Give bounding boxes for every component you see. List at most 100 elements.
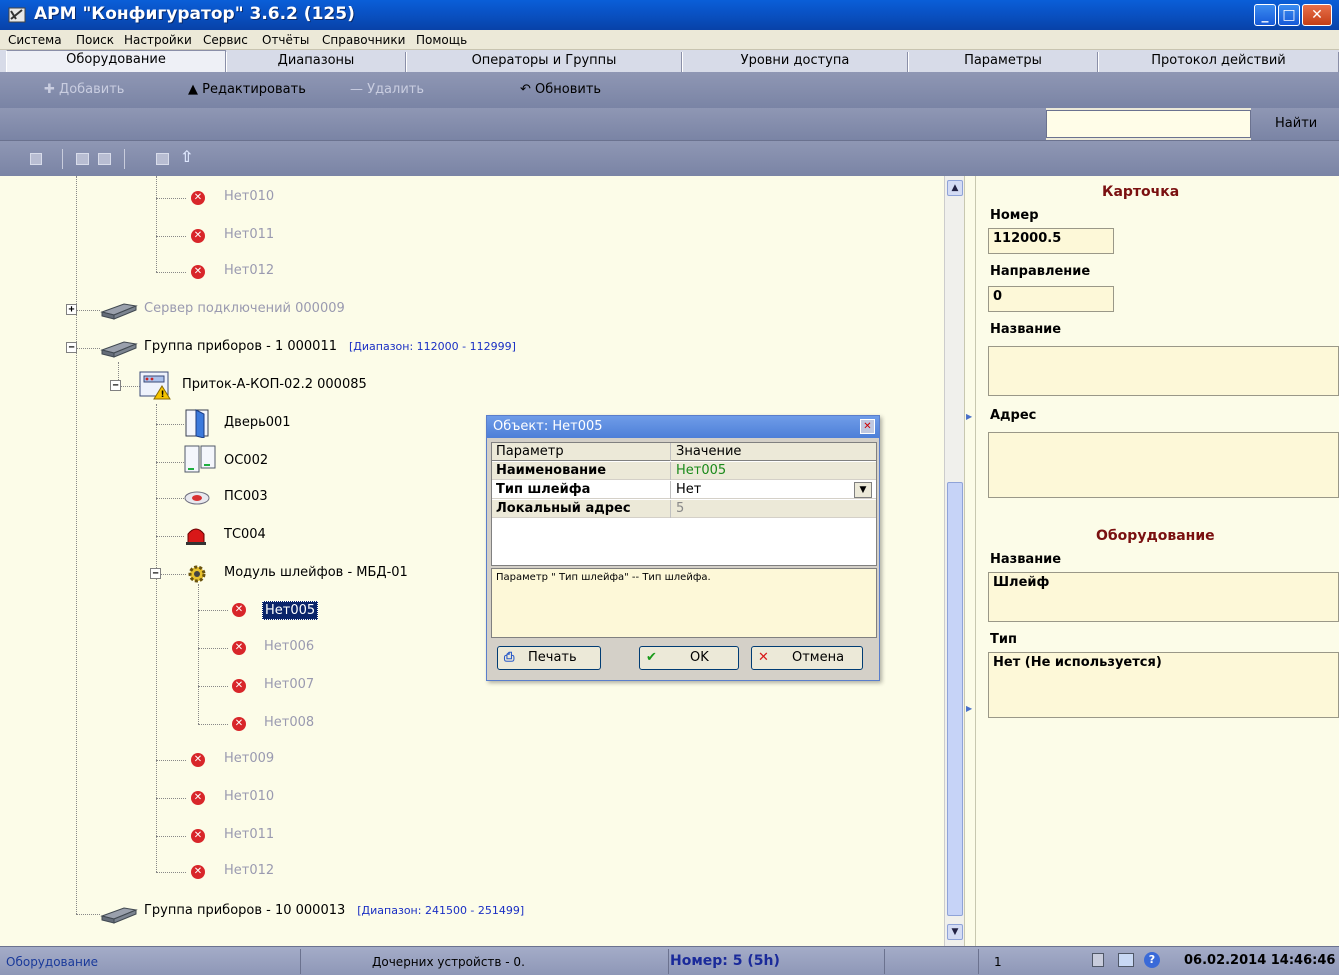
tab-parameters[interactable]: Параметры [908,52,1098,72]
grid-icon[interactable] [156,153,169,165]
menu-reports[interactable]: Отчёты [262,33,309,47]
splitter-arrow-icon: ▶ [966,412,973,421]
error-icon: ✕ [232,603,246,617]
object-dialog: Объект: Нет005 ✕ Параметр Значение Наиме… [486,415,880,681]
search-input[interactable] [1046,110,1251,138]
print-button[interactable]: ⎙ Печать [497,646,601,670]
save-icon[interactable] [30,153,42,165]
chevron-down-icon[interactable]: ▼ [854,482,872,498]
tab-operators-groups[interactable]: Операторы и Группы [406,52,682,72]
maximize-button[interactable]: □ [1278,4,1300,26]
menu-references[interactable]: Справочники [322,33,405,47]
up-arrow-icon[interactable]: ⇧ [180,147,193,166]
expand-toggle[interactable]: + [66,304,77,315]
parameter-description: Параметр " Тип шлейфа" -- Тип шлейфа. [491,568,877,638]
param-value: Нет [676,482,702,497]
direction-field[interactable]: 0 [988,286,1114,312]
collapse-toggle[interactable]: − [110,380,121,391]
siren-icon [186,528,206,545]
scroll-up-button[interactable]: ▲ [947,180,963,196]
separator [124,149,125,169]
button-label: Печать [528,650,577,665]
type-field[interactable]: Нет (Не используется) [988,652,1339,718]
menu-settings[interactable]: Настройки [124,33,192,47]
collapse-toggle[interactable]: − [150,568,161,579]
status-separator [884,949,885,974]
tree-guide [198,584,199,724]
find-button[interactable]: Найти [1275,116,1317,131]
window-icon[interactable] [1118,953,1134,967]
dialog-close-button[interactable]: ✕ [860,419,875,434]
panel-device-icon: ! [139,371,171,400]
expand-icon[interactable] [98,153,111,165]
eq-name-label: Название [990,552,1062,567]
name-field[interactable] [988,346,1339,396]
menu-service[interactable]: Сервис [203,33,248,47]
menu-help[interactable]: Помощь [416,33,467,47]
tree-scrollbar[interactable]: ▲ ▼ [944,176,964,946]
delete-button[interactable]: — Удалить [350,82,424,97]
tree-branch [156,272,186,273]
status-number: Номер: 5 (5h) [670,953,780,969]
error-icon: ✕ [191,265,205,279]
collapse-toggle[interactable]: − [66,342,77,353]
error-icon: ✕ [191,865,205,879]
number-field[interactable]: 112000.5 [988,228,1114,254]
router-icon [100,303,138,320]
smoke-detector-icon [184,491,210,505]
door-icon [185,409,209,438]
address-label: Адрес [990,408,1037,423]
tree-branch [156,798,186,799]
scroll-thumb[interactable] [947,482,963,916]
grid-row-local-address[interactable]: Локальный адрес 5 [492,500,876,518]
plus-icon: ✚ [44,82,60,97]
menu-system[interactable]: Система [8,33,62,47]
equipment-heading: Оборудование [1096,528,1215,544]
grid-row-loop-type[interactable]: Тип шлейфа Нет ▼ [492,481,876,499]
tab-equipment[interactable]: Оборудование [6,50,226,72]
refresh-button[interactable]: ↶ Обновить [520,82,601,97]
error-icon: ✕ [191,753,205,767]
cancel-button[interactable]: ✕ Отмена [751,646,863,670]
splitter[interactable]: ▶ ▶ [964,176,976,946]
tab-access-levels[interactable]: Уровни доступа [682,52,908,72]
close-button[interactable]: ✕ [1302,4,1332,26]
add-button[interactable]: ✚ Добавить [44,82,124,97]
tab-ranges[interactable]: Диапазоны [226,52,406,72]
tree-branch [156,536,184,537]
collapse-icon[interactable] [76,153,89,165]
node-label: Группа приборов - 10 000013 [Диапазон: 24… [144,903,524,918]
splitter-arrow-icon: ▶ [966,704,973,713]
error-icon: ✕ [232,679,246,693]
column-separator [670,462,671,480]
tree-branch [156,424,184,425]
tree-toolbar: ⇧ [0,140,1339,176]
eq-name-field[interactable]: Шлейф [988,572,1339,622]
minus-icon: — [350,82,368,97]
notepad-icon[interactable] [1092,953,1104,967]
grid-header: Параметр Значение [492,443,876,461]
help-icon[interactable]: ? [1144,952,1160,968]
property-grid: Параметр Значение Наименование Нет005 Ти… [491,442,877,566]
status-datetime: 06.02.2014 14:46:46 [1184,953,1336,968]
scroll-down-button[interactable]: ▼ [947,924,963,940]
tree-branch [118,386,140,387]
status-section: Оборудование [6,955,98,969]
edit-button[interactable]: ▲ Редактировать [188,82,306,97]
param-value: Нет005 [676,463,727,478]
grid-row-name[interactable]: Наименование Нет005 [492,462,876,480]
menu-search[interactable]: Поиск [76,33,114,47]
tab-action-log[interactable]: Протокол действий [1098,52,1339,72]
tree-guide [156,404,157,872]
param-label: Локальный адрес [496,501,631,516]
minimize-button[interactable]: _ [1254,4,1276,26]
address-field[interactable] [988,432,1339,498]
separator [62,149,63,169]
direction-label: Направление [990,264,1091,279]
button-label: Отмена [792,650,845,665]
ok-button[interactable]: ✔ OK [639,646,739,670]
status-bar: Оборудование Дочерних устройств - 0. Ном… [0,946,1339,975]
param-column-header: Параметр [496,444,564,459]
printer-icon: ⎙ [504,650,515,665]
param-value: 5 [676,501,685,516]
